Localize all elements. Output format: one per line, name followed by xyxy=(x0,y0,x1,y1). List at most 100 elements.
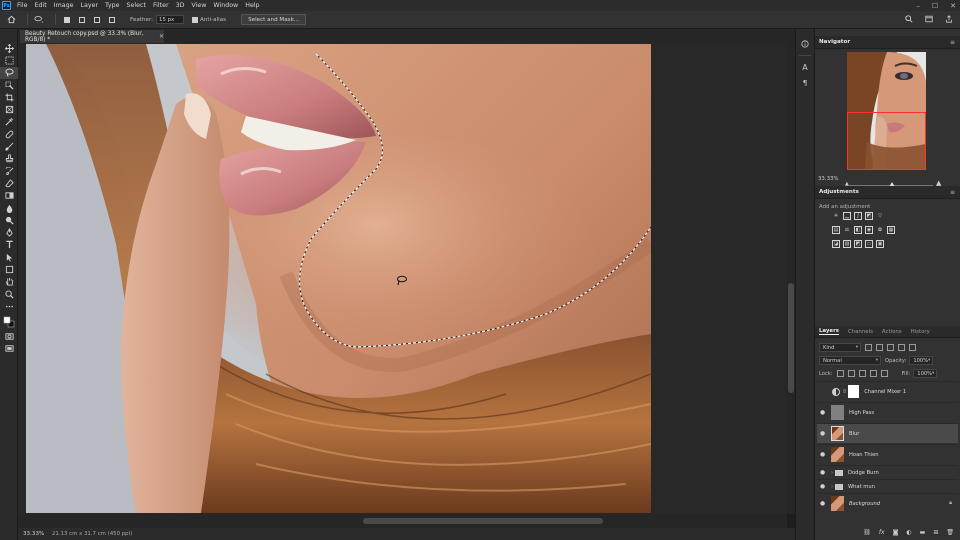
zoom-tool-icon[interactable] xyxy=(0,288,18,300)
lasso-tool-icon[interactable] xyxy=(0,66,18,79)
tab-history[interactable]: History xyxy=(911,329,930,335)
shape-tool-icon[interactable] xyxy=(0,263,18,275)
opacity-input[interactable]: 100% ▾ xyxy=(909,356,934,365)
menu-layer[interactable]: Layer xyxy=(80,2,98,9)
link-layers-icon[interactable]: ⛓︎ xyxy=(863,529,871,536)
new-group-icon[interactable]: ▬ xyxy=(920,529,926,536)
move-tool-icon[interactable] xyxy=(0,42,18,54)
eyedropper-tool-icon[interactable] xyxy=(0,116,18,128)
new-selection-icon[interactable] xyxy=(62,15,72,25)
channel-mixer-icon[interactable]: ✿ xyxy=(876,226,884,234)
exposure-icon[interactable]: ◩ xyxy=(865,212,873,220)
healing-brush-tool-icon[interactable] xyxy=(0,128,18,140)
invert-icon[interactable]: ◪ xyxy=(832,240,840,248)
tab-actions[interactable]: Actions xyxy=(882,329,902,335)
hand-tool-icon[interactable] xyxy=(0,276,18,288)
curves-icon[interactable]: ∫ xyxy=(854,212,862,220)
zoom-level[interactable]: 33.33% xyxy=(18,531,48,537)
selective-color-icon[interactable]: ▣ xyxy=(876,240,884,248)
type-tool-icon[interactable] xyxy=(0,239,18,251)
close-icon[interactable]: ✕ xyxy=(950,2,956,10)
add-mask-icon[interactable]: ◙ xyxy=(893,529,899,536)
marquee-tool-icon[interactable] xyxy=(0,54,18,66)
layer-row[interactable]: ● Blur xyxy=(817,423,958,443)
menu-3d[interactable]: 3D xyxy=(176,2,185,9)
filter-smart-object-icon[interactable] xyxy=(909,344,916,351)
menu-edit[interactable]: Edit xyxy=(35,2,47,9)
vertical-scroll-thumb[interactable] xyxy=(788,283,794,393)
vertical-scrollbar[interactable] xyxy=(787,43,795,514)
workspace-icon[interactable] xyxy=(924,14,934,24)
photo-filter-icon[interactable]: ◉ xyxy=(865,226,873,234)
menu-help[interactable]: Help xyxy=(245,2,259,9)
layer-row[interactable]: ● Background 🔒︎ xyxy=(817,493,958,513)
document-tab[interactable]: Beauty Retouch copy.psd @ 33.3% (Blur, R… xyxy=(20,30,164,43)
fx-icon[interactable]: fx xyxy=(879,529,885,536)
lock-artboard-icon[interactable] xyxy=(869,370,877,377)
layer-row[interactable]: 8 Channel Mixer 1 xyxy=(817,381,958,401)
delete-layer-icon[interactable]: 🗑︎ xyxy=(946,529,954,536)
menu-view[interactable]: View xyxy=(191,2,206,9)
black-white-icon[interactable]: ◧ xyxy=(854,226,862,234)
brightness-icon[interactable]: ☀ xyxy=(832,212,840,220)
menu-file[interactable]: File xyxy=(17,2,28,9)
lasso-preset-icon[interactable] xyxy=(34,15,44,25)
levels-icon[interactable]: ▁ xyxy=(843,212,851,220)
eye-icon[interactable]: ● xyxy=(817,431,828,437)
character-icon[interactable]: A xyxy=(800,62,810,72)
paragraph-icon[interactable]: ¶ xyxy=(800,78,810,88)
pen-tool-icon[interactable] xyxy=(0,226,18,238)
new-layer-icon[interactable]: ⊞ xyxy=(933,529,938,536)
path-selection-tool-icon[interactable] xyxy=(0,251,18,263)
lock-all-icon[interactable] xyxy=(880,370,888,377)
menu-type[interactable]: Type xyxy=(105,2,119,9)
close-tab-icon[interactable]: ✕ xyxy=(159,33,164,40)
quick-selection-tool-icon[interactable] xyxy=(0,79,18,91)
maximize-icon[interactable]: ☐ xyxy=(932,2,938,10)
lock-position-icon[interactable] xyxy=(858,370,866,377)
antialias-checkbox[interactable] xyxy=(192,16,199,23)
filter-pixel-icon[interactable] xyxy=(865,344,872,351)
hue-saturation-icon[interactable]: ▤ xyxy=(832,226,840,234)
filter-shape-icon[interactable] xyxy=(898,344,905,351)
eraser-tool-icon[interactable] xyxy=(0,177,18,189)
eye-icon[interactable]: ● xyxy=(817,410,828,416)
layer-kind-select[interactable]: Kind ▾ xyxy=(819,343,861,352)
menu-window[interactable]: Window xyxy=(213,2,238,9)
tab-channels[interactable]: Channels xyxy=(848,329,873,335)
lock-image-icon[interactable] xyxy=(847,370,855,377)
layer-row[interactable]: ● High Pass xyxy=(817,402,958,422)
filter-adjustment-icon[interactable] xyxy=(876,344,883,351)
add-selection-icon[interactable] xyxy=(77,15,87,25)
more-tools-icon[interactable] xyxy=(0,300,18,312)
threshold-icon[interactable]: ◩ xyxy=(854,240,862,248)
quick-mask-icon[interactable] xyxy=(0,331,18,343)
eye-icon[interactable]: ● xyxy=(817,452,828,458)
panel-menu-icon[interactable]: ≡ xyxy=(950,189,955,196)
color-balance-icon[interactable]: ⚖ xyxy=(843,226,851,234)
navigator-thumbnail[interactable] xyxy=(847,52,926,170)
document-info[interactable]: 21.13 cm x 31.7 cm (450 ppi) xyxy=(48,531,132,537)
color-lookup-icon[interactable]: ▦ xyxy=(887,226,895,234)
layer-group-row[interactable]: ● › Dodge Burn xyxy=(817,465,958,479)
layer-group-row[interactable]: ● › What mun xyxy=(817,479,958,493)
history-brush-tool-icon[interactable] xyxy=(0,165,18,177)
canvas-area[interactable] xyxy=(18,43,787,514)
gradient-map-icon[interactable]: ▭ xyxy=(865,240,873,248)
dodge-tool-icon[interactable] xyxy=(0,214,18,226)
search-icon[interactable] xyxy=(904,14,914,24)
feather-input[interactable]: 15 px xyxy=(156,15,185,24)
clone-stamp-tool-icon[interactable] xyxy=(0,153,18,165)
minimize-icon[interactable]: – xyxy=(916,2,920,10)
layer-row[interactable]: ● Hoan Thien xyxy=(817,444,958,464)
eye-icon[interactable]: ● xyxy=(817,501,828,507)
chevron-right-icon[interactable]: › xyxy=(831,470,833,476)
panel-menu-icon[interactable]: ≡ xyxy=(950,39,955,46)
blend-mode-select[interactable]: Normal ▾ xyxy=(819,356,881,365)
fill-input[interactable]: 100% ▾ xyxy=(913,369,938,378)
document-canvas[interactable] xyxy=(26,44,651,513)
share-icon[interactable] xyxy=(944,14,954,24)
menu-select[interactable]: Select xyxy=(127,2,146,9)
tab-layers[interactable]: Layers xyxy=(819,328,839,335)
color-swatches-icon[interactable] xyxy=(0,313,18,331)
